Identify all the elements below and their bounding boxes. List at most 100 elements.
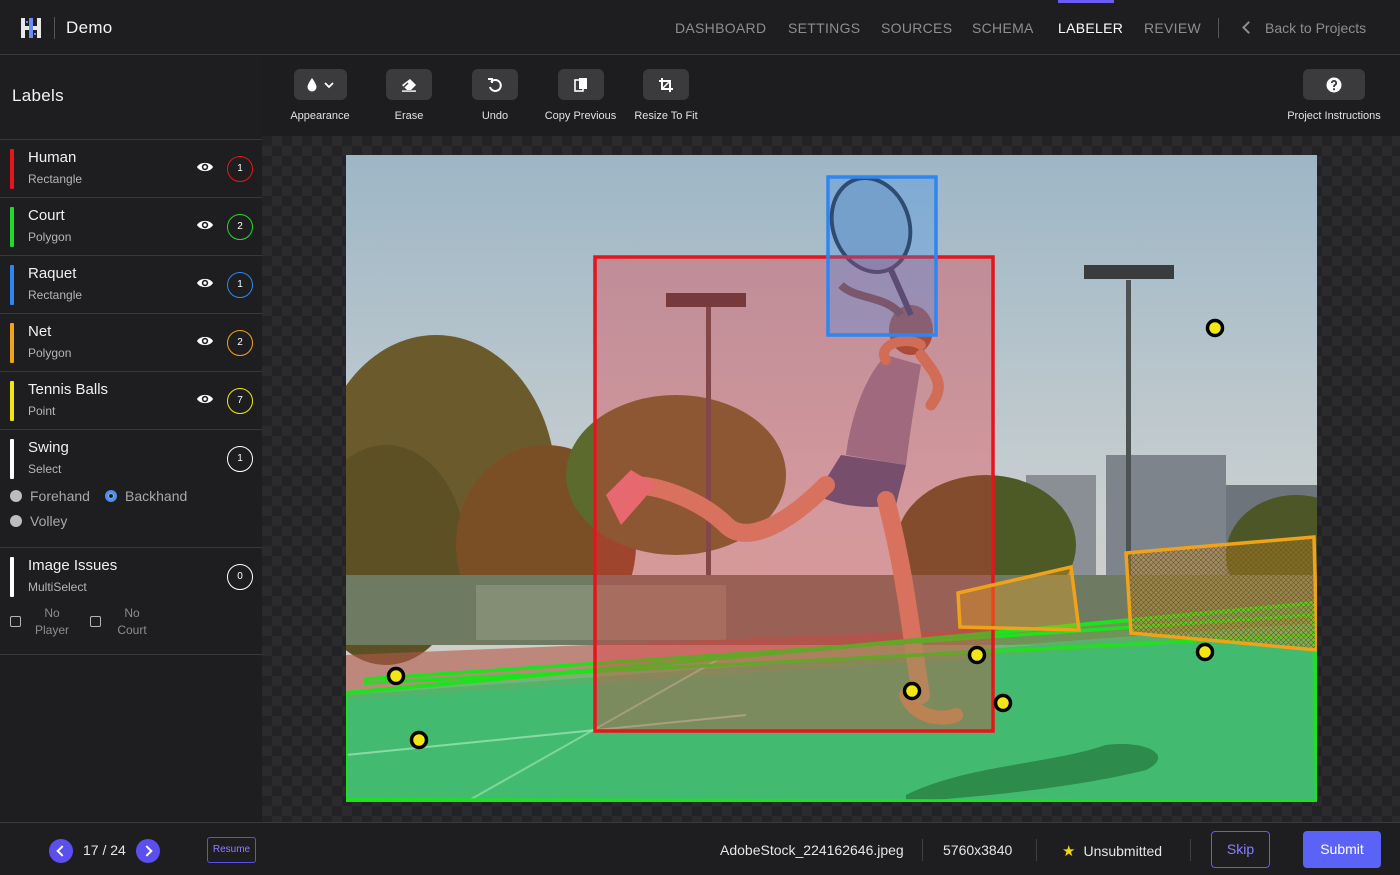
resize-to-fit-tool[interactable]: Resize To Fit (634, 69, 698, 122)
annotated-tennis-photo[interactable] (346, 155, 1317, 802)
label-row-swing[interactable]: Swing Select 1 Forehand Backhand Volley (0, 429, 262, 547)
submission-status: ★ Unsubmitted (1062, 842, 1162, 860)
label-row-image-issues[interactable]: Image Issues MultiSelect 0 No Player No Co… (0, 547, 262, 655)
label-color-bar (10, 439, 14, 479)
image-being-labeled[interactable] (346, 155, 1317, 802)
tennis-ball-point (1205, 318, 1225, 338)
eye-icon[interactable] (196, 276, 214, 290)
sidebar-divider (0, 654, 262, 655)
star-icon: ★ (1062, 843, 1076, 860)
submit-button[interactable]: Submit (1303, 831, 1381, 868)
label-color-bar (10, 557, 14, 597)
copy-previous-tool[interactable]: Copy Previous (544, 69, 617, 122)
swing-option-backhand[interactable]: Backhand (105, 488, 187, 504)
bottom-bar: 17 / 24 Resume AdobeStock_224162646.jpeg… (0, 822, 1400, 875)
project-name: Demo (66, 18, 113, 37)
eye-icon[interactable] (196, 334, 214, 348)
label-name: Human (28, 149, 77, 166)
label-row-court[interactable]: Court Polygon 2 (0, 197, 262, 255)
previous-image-button[interactable] (49, 839, 73, 863)
label-color-bar (10, 207, 14, 247)
label-type: Rectangle (28, 288, 83, 302)
nav-sources[interactable]: SOURCES (881, 0, 952, 55)
label-color-bar (10, 381, 14, 421)
nav-schema[interactable]: SCHEMA (972, 0, 1033, 55)
tennis-ball-point (993, 693, 1013, 713)
undo-icon (488, 77, 502, 92)
swing-option-forehand[interactable]: Forehand (10, 488, 90, 504)
skip-button[interactable]: Skip (1211, 831, 1270, 868)
label-type: Polygon (28, 230, 72, 244)
back-to-projects-label: Back to Projects (1265, 20, 1367, 36)
label-color-bar (10, 149, 14, 189)
eraser-icon (402, 78, 416, 92)
radio-selected-icon (105, 490, 117, 502)
grid-logo-icon[interactable] (19, 16, 43, 40)
copy-previous-label: Copy Previous (544, 110, 617, 122)
undo-tool[interactable]: Undo (472, 69, 518, 122)
label-row-tennis-balls[interactable]: Tennis Balls Point 7 (0, 371, 262, 429)
label-row-human[interactable]: Human Rectangle 1 (0, 139, 262, 197)
next-image-button[interactable] (136, 839, 160, 863)
appearance-button[interactable] (293, 69, 347, 100)
label-count-badge: 1 (227, 446, 253, 472)
erase-label: Erase (394, 110, 424, 122)
nav-settings[interactable]: SETTINGS (788, 0, 860, 55)
option-label-line1: No (44, 606, 60, 620)
erase-button[interactable] (386, 69, 432, 100)
footer-divider (922, 839, 923, 861)
back-to-projects-link[interactable]: Back to Projects (1242, 0, 1367, 55)
label-type: MultiSelect (28, 580, 87, 594)
label-name: Raquet (28, 265, 77, 282)
undo-label: Undo (481, 110, 509, 122)
no-court-checkbox[interactable] (90, 616, 101, 627)
label-count-badge: 2 (227, 214, 253, 240)
swing-option-volley[interactable]: Volley (10, 513, 67, 529)
label-row-raquet[interactable]: Raquet Rectangle 1 (0, 255, 262, 313)
label-count-badge: 2 (227, 330, 253, 356)
status-label: Unsubmitted (1083, 843, 1163, 859)
label-name: Image Issues (28, 557, 118, 574)
resize-to-fit-button[interactable] (643, 69, 689, 100)
resume-button[interactable]: Resume (207, 837, 256, 863)
nav-dashboard[interactable]: DASHBOARD (675, 0, 766, 55)
project-instructions-button[interactable] (1303, 69, 1365, 100)
footer-divider (1190, 839, 1191, 861)
eye-icon[interactable] (196, 218, 214, 232)
label-row-net[interactable]: Net Polygon 2 (0, 313, 262, 371)
label-count-badge: 1 (227, 156, 253, 182)
no-player-checkbox[interactable] (10, 616, 21, 627)
tennis-ball-point (902, 681, 922, 701)
label-name: Swing (28, 439, 69, 456)
option-label-line1: No (124, 606, 140, 620)
no-player-option[interactable]: No Player (30, 605, 74, 639)
label-type: Rectangle (28, 172, 83, 186)
file-name: AdobeStock_224162646.jpeg (720, 842, 904, 858)
help-icon (1326, 77, 1342, 92)
no-court-option[interactable]: No Court (110, 605, 154, 639)
nav-review[interactable]: REVIEW (1144, 0, 1201, 55)
tennis-ball-point (1195, 642, 1215, 662)
label-count-badge: 0 (227, 564, 253, 590)
label-name: Net (28, 323, 52, 340)
eye-icon[interactable] (196, 160, 214, 174)
project-instructions-tool[interactable]: Project Instructions (1284, 69, 1384, 122)
eye-icon[interactable] (196, 392, 214, 406)
label-count-badge: 1 (227, 272, 253, 298)
droplet-icon (307, 77, 334, 91)
footer-divider (1036, 839, 1037, 861)
label-name: Court (28, 207, 65, 224)
logo-divider (54, 17, 55, 39)
option-label-line2: Player (34, 623, 69, 637)
tennis-ball-point (386, 666, 406, 686)
project-instructions-label: Project Instructions (1287, 110, 1381, 122)
nav-divider (1218, 18, 1219, 38)
erase-tool[interactable]: Erase (386, 69, 432, 122)
resize-to-fit-label: Resize To Fit (634, 110, 698, 122)
undo-button[interactable] (472, 69, 518, 100)
nav-labeler[interactable]: LABELER (1058, 0, 1123, 55)
appearance-tool[interactable]: Appearance (290, 69, 350, 122)
image-pager: 17 / 24 (83, 842, 126, 858)
tennis-ball-point (967, 645, 987, 665)
copy-previous-button[interactable] (557, 69, 604, 100)
